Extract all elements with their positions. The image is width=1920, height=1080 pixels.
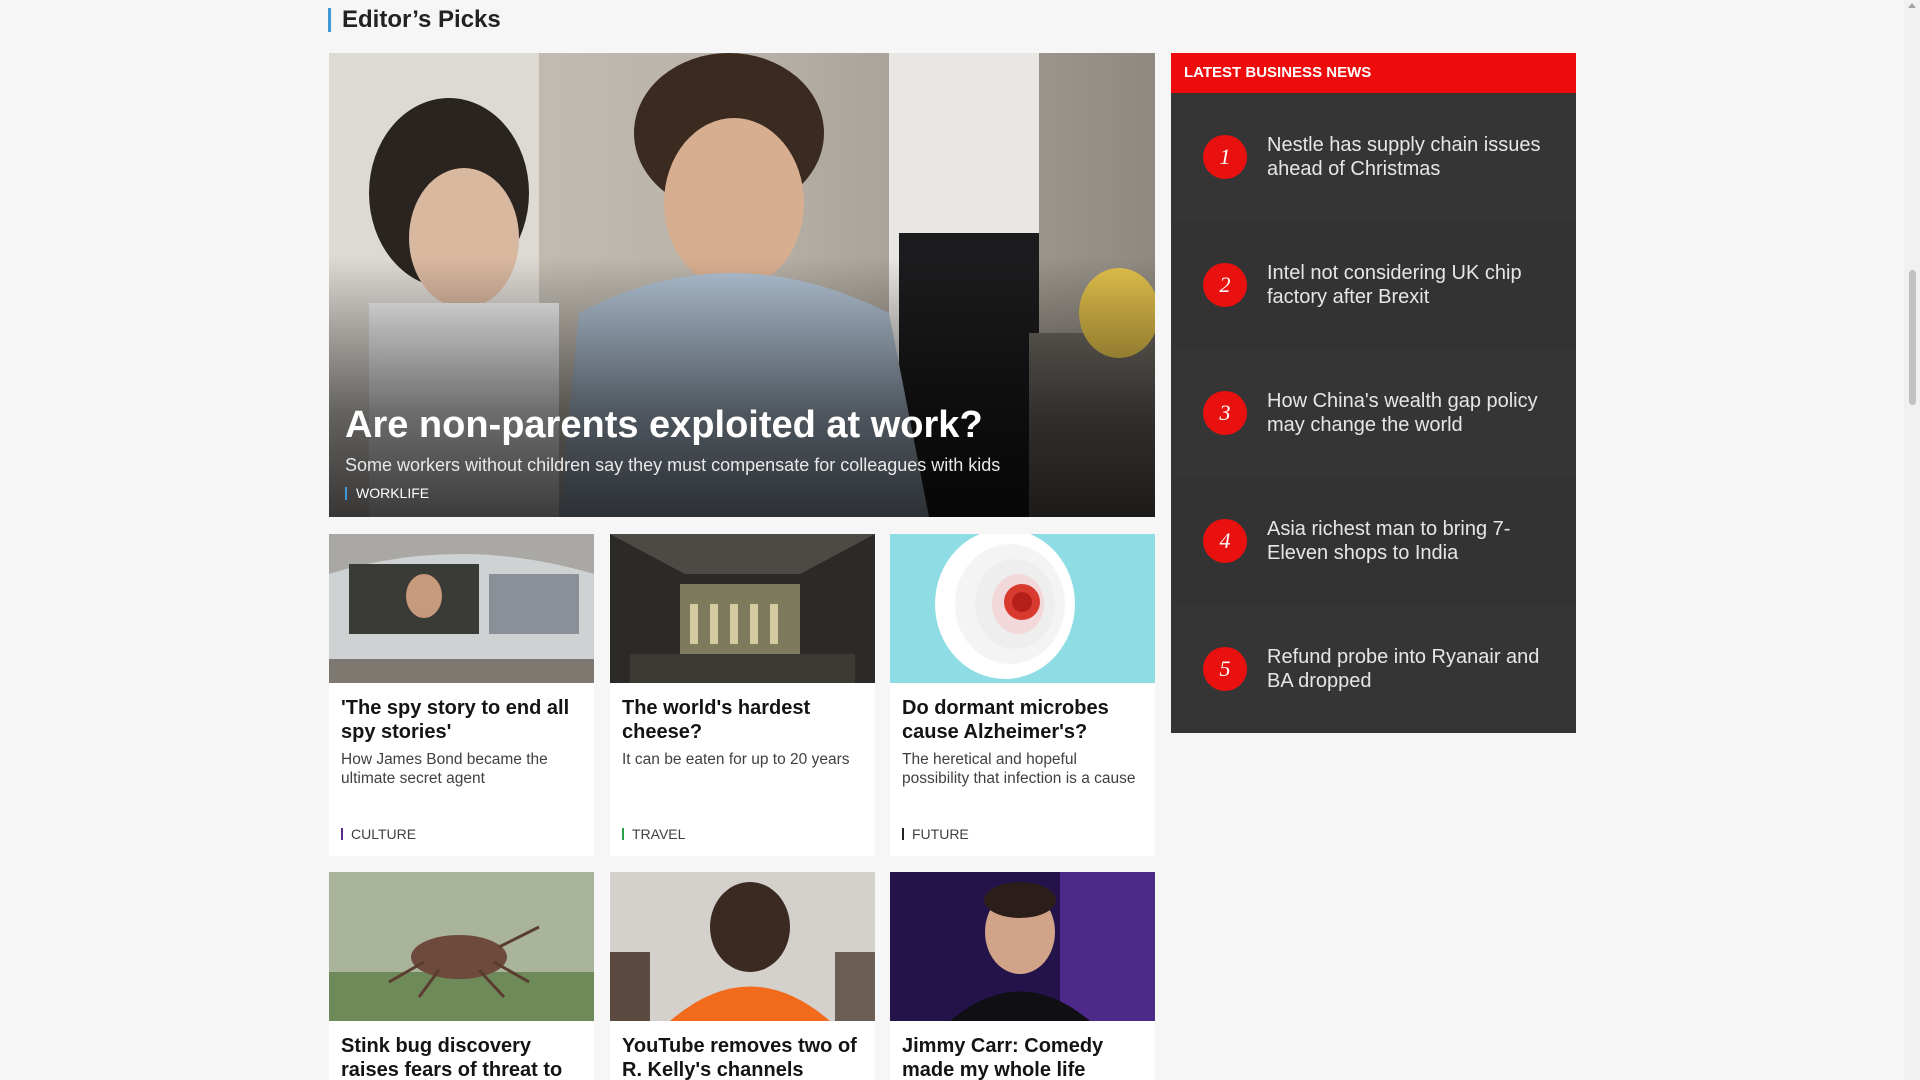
news-header: LATEST BUSINESS NEWS [1171, 53, 1576, 93]
story-card[interactable]: The world's hardest cheese? It can be ea… [610, 534, 875, 856]
news-item[interactable]: 3 How China's wealth gap policy may chan… [1171, 349, 1576, 477]
card-tag[interactable]: FUTURE [902, 827, 969, 841]
news-number-badge: 5 [1203, 647, 1247, 691]
news-item[interactable]: 1 Nestle has supply chain issues ahead o… [1171, 93, 1576, 221]
card-title[interactable]: Do dormant microbes cause Alzheimer's? [902, 696, 1143, 744]
card-image [890, 534, 1155, 683]
news-item[interactable]: 5 Refund probe into Ryanair and BA dropp… [1171, 605, 1576, 733]
news-item[interactable]: 4 Asia richest man to bring 7-Eleven sho… [1171, 477, 1576, 605]
story-card[interactable]: Do dormant microbes cause Alzheimer's? T… [890, 534, 1155, 856]
news-headline[interactable]: Nestle has supply chain issues ahead of … [1267, 133, 1557, 181]
card-title[interactable]: Jimmy Carr: Comedy made my whole life [902, 1034, 1143, 1080]
news-item[interactable]: 2 Intel not considering UK chip factory … [1171, 221, 1576, 349]
hero-summary: Some workers without children say they m… [345, 455, 1001, 475]
hero-story[interactable]: Are non-parents exploited at work? Some … [329, 53, 1155, 517]
news-number-badge: 1 [1203, 135, 1247, 179]
scroll-up-arrow-icon[interactable] [1908, 3, 1916, 8]
news-headline[interactable]: Intel not considering UK chip factory af… [1267, 261, 1557, 309]
news-headline[interactable]: Refund probe into Ryanair and BA dropped [1267, 645, 1557, 693]
news-number-badge: 3 [1203, 391, 1247, 435]
card-tag[interactable]: CULTURE [341, 827, 416, 841]
card-title[interactable]: 'The spy story to end all spy stories' [341, 696, 582, 744]
story-card[interactable]: Stink bug discovery raises fears of thre… [329, 872, 594, 1080]
card-title[interactable]: Stink bug discovery raises fears of thre… [341, 1034, 582, 1080]
card-image [329, 534, 594, 683]
section-title: Editor’s Picks [328, 8, 501, 32]
card-image [329, 872, 594, 1021]
news-headline[interactable]: Asia richest man to bring 7-Eleven shops… [1267, 517, 1557, 565]
card-summary: How James Bond became the ultimate secre… [341, 751, 548, 787]
story-card[interactable]: YouTube removes two of R. Kelly's channe… [610, 872, 875, 1080]
hero-tag[interactable]: WORKLIFE [345, 486, 429, 500]
hero-gradient [329, 257, 1155, 517]
latest-business-news: LATEST BUSINESS NEWS 1 Nestle has supply… [1171, 53, 1576, 733]
card-summary: The heretical and hopeful possibility th… [902, 751, 1136, 787]
card-image [890, 872, 1155, 1021]
page-scrollbar[interactable] [1904, 0, 1920, 1080]
card-title[interactable]: YouTube removes two of R. Kelly's channe… [622, 1034, 863, 1080]
news-number-badge: 2 [1203, 263, 1247, 307]
scrollbar-thumb[interactable] [1909, 270, 1916, 405]
card-summary: It can be eaten for up to 20 years [622, 751, 850, 768]
card-tag[interactable]: TRAVEL [622, 827, 685, 841]
news-number-badge: 4 [1203, 519, 1247, 563]
story-card[interactable]: 'The spy story to end all spy stories' H… [329, 534, 594, 856]
card-title[interactable]: The world's hardest cheese? [622, 696, 863, 744]
hero-title[interactable]: Are non-parents exploited at work? [345, 403, 983, 447]
card-image [610, 534, 875, 683]
news-headline[interactable]: How China's wealth gap policy may change… [1267, 389, 1557, 437]
story-card[interactable]: Jimmy Carr: Comedy made my whole life [890, 872, 1155, 1080]
card-image [610, 872, 875, 1021]
